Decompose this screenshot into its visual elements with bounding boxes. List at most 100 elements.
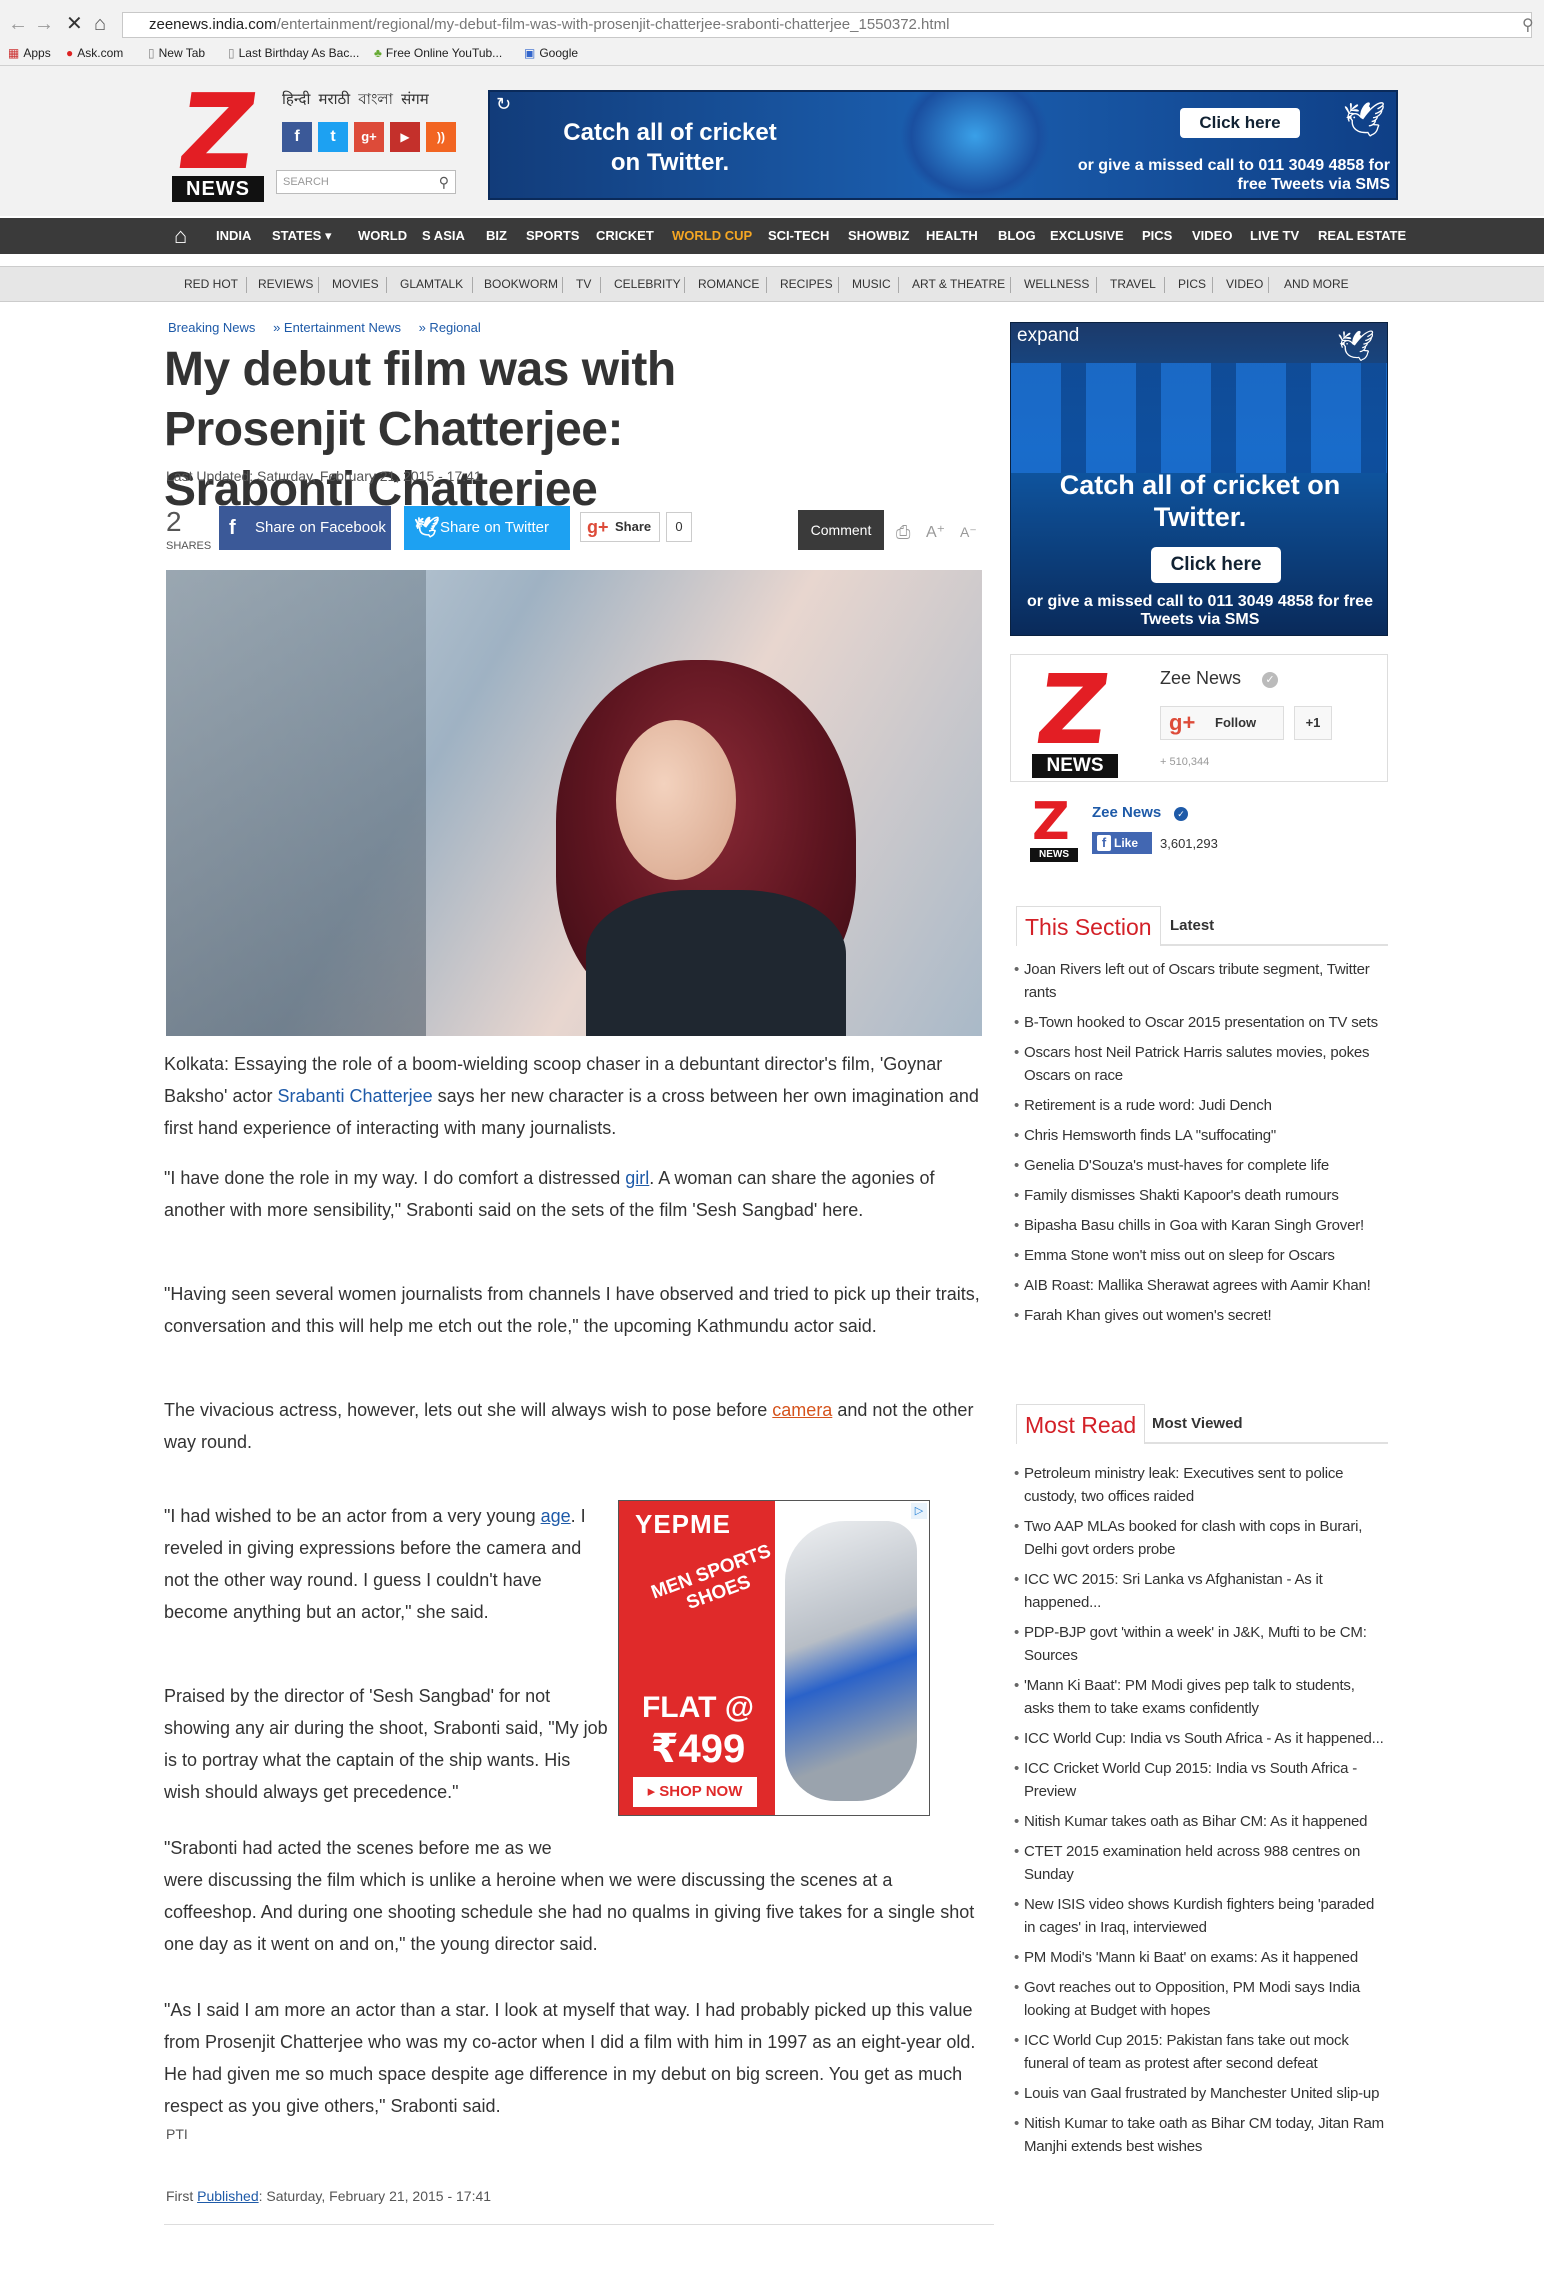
- tab-latest[interactable]: Latest: [1170, 906, 1214, 946]
- tab-this-section[interactable]: This Section: [1016, 906, 1161, 946]
- search-input[interactable]: SEARCH ⚲: [276, 170, 456, 194]
- nav-exclusive[interactable]: EXCLUSIVE: [1050, 218, 1124, 254]
- list-item[interactable]: ICC WC 2015: Sri Lanka vs Afghanistan - …: [1014, 1568, 1388, 1614]
- nav-live-tv[interactable]: LIVE TV: [1250, 218, 1299, 254]
- share-twitter-button[interactable]: 🕊 Share on Twitter: [404, 506, 570, 550]
- nav-sci-tech[interactable]: SCI-TECH: [768, 218, 829, 254]
- list-item[interactable]: B-Town hooked to Oscar 2015 presentation…: [1014, 1011, 1388, 1034]
- subnav-art-theatre[interactable]: ART & THEATRE: [912, 267, 1005, 303]
- list-item[interactable]: PDP-BJP govt 'within a week' in J&K, Muf…: [1014, 1621, 1388, 1667]
- list-item[interactable]: PM Modi's 'Mann ki Baat' on exams: As it…: [1014, 1946, 1388, 1969]
- nav-s-asia[interactable]: S ASIA: [422, 218, 465, 254]
- nav-pics[interactable]: PICS: [1142, 218, 1172, 254]
- follow-button[interactable]: g+ Follow: [1160, 706, 1284, 740]
- bookmark-google[interactable]: ▣ Google: [524, 42, 578, 64]
- zee-news-logo[interactable]: Z NEWS: [1030, 654, 1122, 778]
- forward-icon[interactable]: →: [34, 14, 54, 34]
- list-item[interactable]: Emma Stone won't miss out on sleep for O…: [1014, 1244, 1388, 1267]
- breadcrumb-regional[interactable]: » Regional: [419, 320, 481, 335]
- list-item[interactable]: Louis van Gaal frustrated by Manchester …: [1014, 2082, 1388, 2105]
- ad-click-button[interactable]: Click here: [1151, 547, 1281, 583]
- share-facebook-button[interactable]: f Share on Facebook: [219, 506, 391, 550]
- nav-india[interactable]: INDIA: [216, 218, 251, 254]
- tab-most-viewed[interactable]: Most Viewed: [1152, 1404, 1243, 1444]
- list-item[interactable]: Farah Khan gives out women's secret!: [1014, 1304, 1388, 1327]
- youtube-icon[interactable]: ▶: [390, 122, 420, 152]
- twitter-banner-ad[interactable]: ↻ Catch all of cricket on Twitter. Click…: [488, 90, 1398, 200]
- list-item[interactable]: ICC World Cup 2015: Pakistan fans take o…: [1014, 2029, 1388, 2075]
- nav-health[interactable]: HEALTH: [926, 218, 978, 254]
- tab-most-read[interactable]: Most Read: [1016, 1404, 1146, 1444]
- font-decrease-icon[interactable]: A⁻: [960, 524, 977, 541]
- nav-blog[interactable]: BLOG: [998, 218, 1036, 254]
- list-item[interactable]: CTET 2015 examination held across 988 ce…: [1014, 1840, 1388, 1886]
- inline-link[interactable]: camera: [772, 1400, 832, 1420]
- home-nav-icon[interactable]: ⌂: [174, 218, 187, 254]
- inline-link[interactable]: age: [541, 1506, 571, 1526]
- list-item[interactable]: Joan Rivers left out of Oscars tribute s…: [1014, 958, 1388, 1004]
- comment-button[interactable]: Comment: [798, 510, 884, 550]
- nav-biz[interactable]: BIZ: [486, 218, 507, 254]
- zoom-icon[interactable]: ⚲: [1522, 16, 1534, 36]
- subnav-celebrity[interactable]: CELEBRITY: [614, 267, 681, 303]
- list-item[interactable]: ICC World Cup: India vs South Africa - A…: [1014, 1727, 1388, 1750]
- subnav-movies[interactable]: MOVIES: [332, 267, 379, 303]
- expand-label[interactable]: expand: [1017, 325, 1079, 347]
- list-item[interactable]: New ISIS video shows Kurdish fighters be…: [1014, 1893, 1388, 1939]
- twitter-icon[interactable]: t: [318, 122, 348, 152]
- bookmark-apps[interactable]: ▦ Apps: [8, 42, 51, 64]
- inline-link[interactable]: girl: [625, 1168, 649, 1188]
- home-icon[interactable]: ⌂: [94, 14, 106, 34]
- plus-one-button[interactable]: +1: [1294, 706, 1332, 740]
- list-item[interactable]: 'Mann Ki Baat': PM Modi gives pep talk t…: [1014, 1674, 1388, 1720]
- print-icon[interactable]: ⎙: [896, 522, 910, 543]
- list-item[interactable]: Chris Hemsworth finds LA "suffocating": [1014, 1124, 1388, 1147]
- published-link[interactable]: Published: [197, 2188, 259, 2204]
- list-item[interactable]: Family dismisses Shakti Kapoor's death r…: [1014, 1184, 1388, 1207]
- nav-cricket[interactable]: CRICKET: [596, 218, 654, 254]
- nav-showbiz[interactable]: SHOWBIZ: [848, 218, 909, 254]
- address-bar[interactable]: zeenews.india.com/entertainment/regional…: [122, 12, 1532, 38]
- fb-page-name[interactable]: Zee News: [1092, 804, 1161, 821]
- subnav-music[interactable]: MUSIC: [852, 267, 891, 303]
- inline-link[interactable]: Srabanti Chatterjee: [278, 1086, 433, 1106]
- sidebar-twitter-ad[interactable]: expand 🕊 Catch all of cricket on Twitter…: [1010, 322, 1388, 636]
- font-increase-icon[interactable]: A⁺: [926, 522, 945, 542]
- list-item[interactable]: Petroleum ministry leak: Executives sent…: [1014, 1462, 1388, 1508]
- nav-world[interactable]: WORLD: [358, 218, 407, 254]
- subnav-video[interactable]: VIDEO: [1226, 267, 1263, 303]
- back-icon[interactable]: ←: [8, 14, 28, 34]
- nav-states[interactable]: STATES ▾: [272, 218, 332, 254]
- yepme-ad[interactable]: YEPME MEN SPORTS SHOES FLAT @ ₹499 ▸ SHO…: [618, 1500, 930, 1816]
- rss-icon[interactable]: )): [426, 122, 456, 152]
- subnav-recipes[interactable]: RECIPES: [780, 267, 833, 303]
- list-item[interactable]: ICC Cricket World Cup 2015: India vs Sou…: [1014, 1757, 1388, 1803]
- list-item[interactable]: Retirement is a rude word: Judi Dench: [1014, 1094, 1388, 1117]
- gplus-page-name[interactable]: Zee News: [1160, 668, 1241, 689]
- subnav-pics[interactable]: PICS: [1178, 267, 1206, 303]
- list-item[interactable]: Bipasha Basu chills in Goa with Karan Si…: [1014, 1214, 1388, 1237]
- google-plus-icon[interactable]: g+: [354, 122, 384, 152]
- language-links[interactable]: हिन्दी मराठी বাংলা संगम: [282, 88, 429, 113]
- list-item[interactable]: Two AAP MLAs booked for clash with cops …: [1014, 1515, 1388, 1561]
- adchoices-icon[interactable]: ▷: [911, 1503, 927, 1519]
- nav-real-estate[interactable]: REAL ESTATE: [1318, 218, 1406, 254]
- subnav-wellness[interactable]: WELLNESS: [1024, 267, 1089, 303]
- ad-click-button[interactable]: Click here: [1180, 108, 1300, 138]
- bookmark-youtube[interactable]: ♣ Free Online YouTub...: [374, 42, 502, 64]
- fb-like-button[interactable]: f Like: [1092, 832, 1152, 854]
- bookmark-ask[interactable]: ● Ask.com: [66, 42, 123, 64]
- subnav-red-hot[interactable]: RED HOT: [184, 267, 238, 303]
- share-google-plus-button[interactable]: g+ Share: [580, 512, 660, 542]
- stop-icon[interactable]: ✕: [66, 14, 83, 34]
- nav-video[interactable]: VIDEO: [1192, 218, 1232, 254]
- subnav-and-more[interactable]: AND MORE: [1284, 267, 1349, 303]
- subnav-romance[interactable]: ROMANCE: [698, 267, 759, 303]
- shop-now-button[interactable]: ▸ SHOP NOW: [633, 1777, 757, 1807]
- list-item[interactable]: Genelia D'Souza's must-haves for complet…: [1014, 1154, 1388, 1177]
- nav-sports[interactable]: SPORTS: [526, 218, 579, 254]
- facebook-icon[interactable]: f: [282, 122, 312, 152]
- subnav-glamtalk[interactable]: GLAMTALK: [400, 267, 463, 303]
- bookmark-birthday[interactable]: ▯ Last Birthday As Bac...: [228, 42, 359, 64]
- search-icon[interactable]: ⚲: [439, 171, 449, 193]
